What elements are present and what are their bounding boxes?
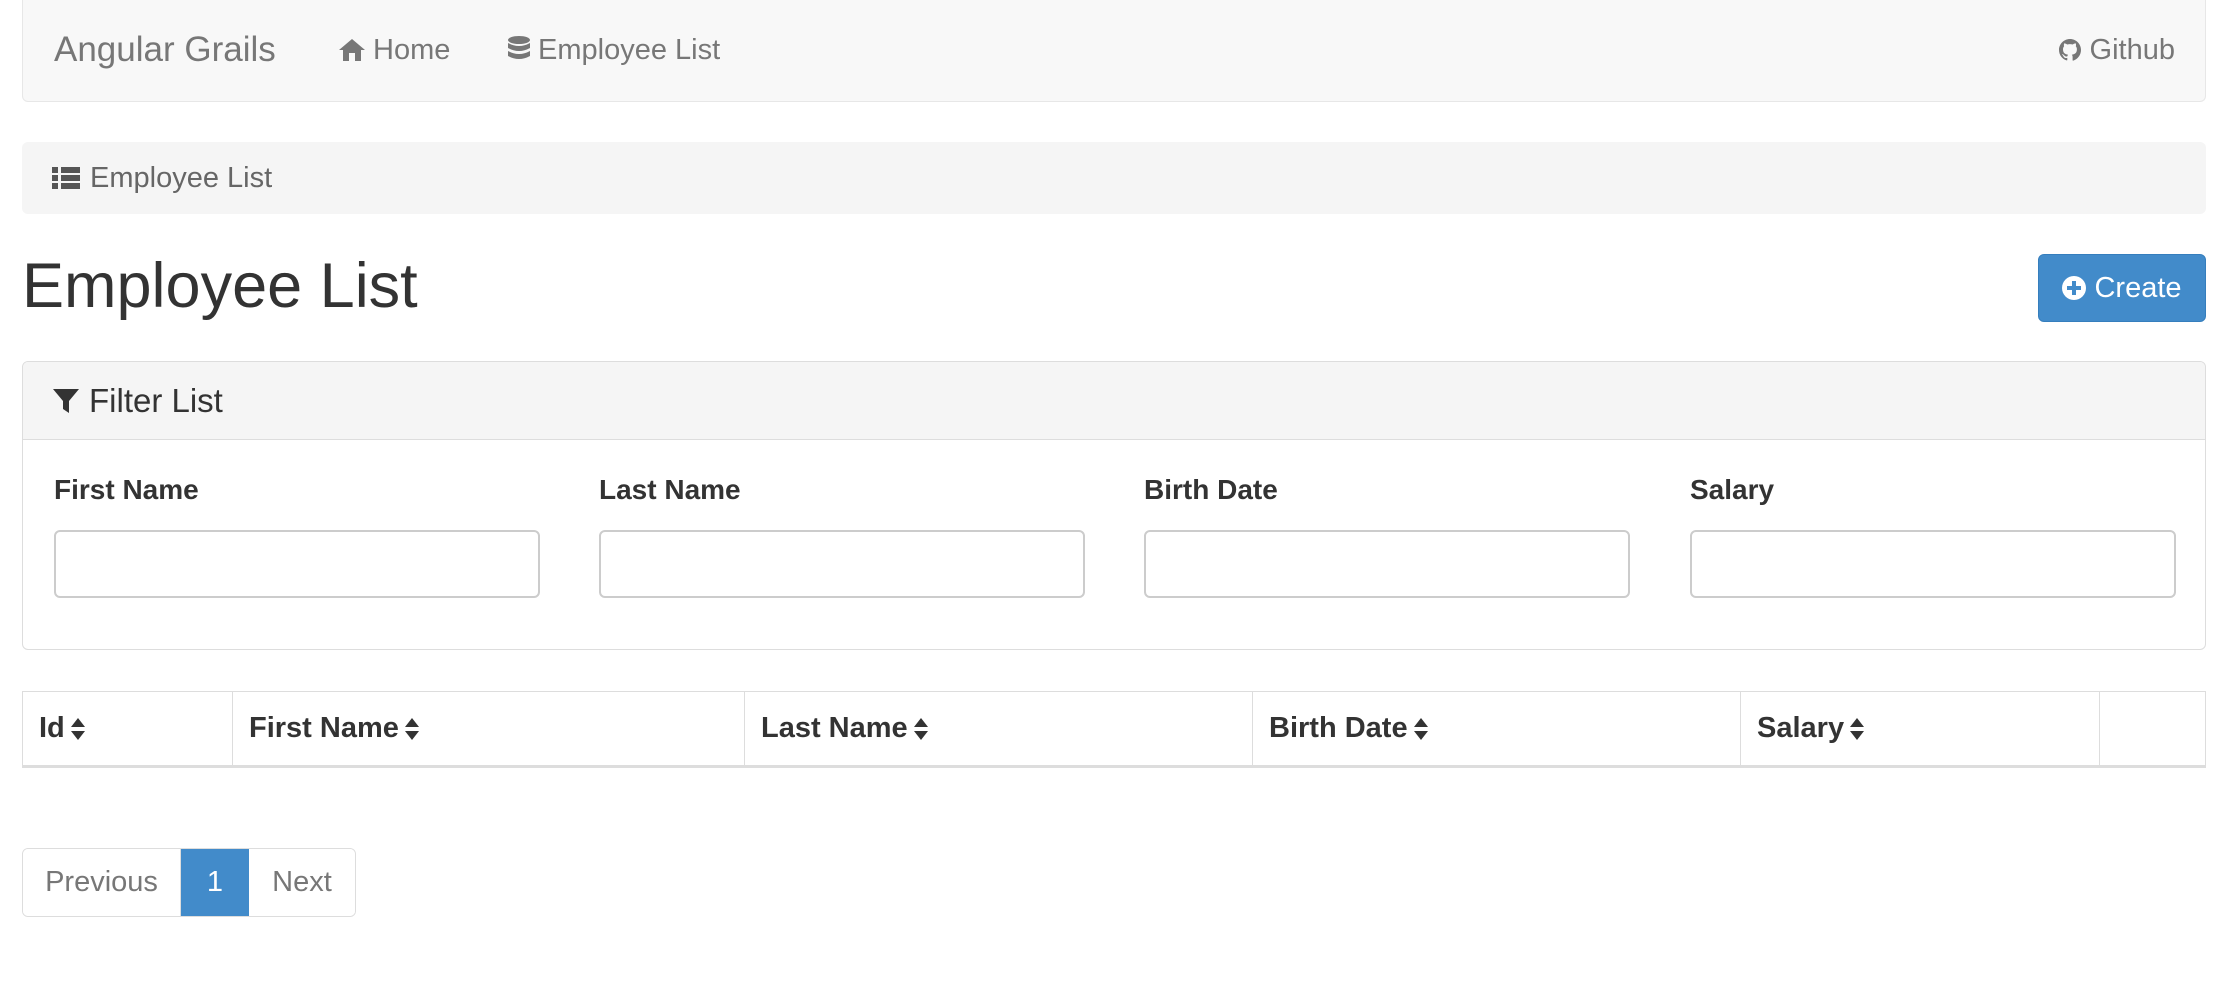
- first-name-input[interactable]: [54, 530, 540, 598]
- column-header-actions: [2100, 692, 2205, 765]
- filter-panel: Filter List First Name Last Name Birth D…: [22, 361, 2206, 650]
- brand-link[interactable]: Angular Grails: [54, 0, 276, 100]
- last-name-label: Last Name: [599, 474, 741, 505]
- birth-date-filter: Birth Date: [1144, 472, 1630, 598]
- pagination-page-1[interactable]: 1: [181, 849, 249, 916]
- create-button[interactable]: Create: [2038, 254, 2206, 322]
- nav-home-label: Home: [373, 34, 451, 66]
- last-name-filter: Last Name: [599, 472, 1085, 598]
- sort-icon: [404, 717, 419, 740]
- birth-date-input[interactable]: [1144, 530, 1630, 598]
- salary-input[interactable]: [1690, 530, 2176, 598]
- filter-panel-title: Filter List: [89, 381, 223, 419]
- salary-label: Salary: [1690, 474, 1775, 505]
- column-header-birth-date[interactable]: Birth Date: [1253, 692, 1741, 765]
- page-title: Employee List: [22, 251, 418, 321]
- github-label: Github: [2089, 34, 2175, 66]
- home-icon: [339, 39, 365, 61]
- first-name-label: First Name: [54, 474, 199, 505]
- filter-icon: [53, 388, 79, 414]
- salary-filter: Salary: [1690, 472, 2176, 598]
- pagination: Previous 1 Next: [22, 848, 356, 917]
- pagination-previous[interactable]: Previous: [23, 849, 181, 916]
- github-link[interactable]: Github: [2058, 0, 2175, 100]
- list-icon: [52, 167, 80, 189]
- filter-panel-heading: Filter List: [23, 362, 2205, 440]
- github-icon: [2058, 38, 2082, 62]
- top-navbar: Angular Grails Home Employee List Github: [22, 0, 2206, 102]
- breadcrumb: Employee List: [22, 142, 2206, 214]
- pagination-next[interactable]: Next: [249, 849, 355, 916]
- database-icon: [508, 36, 530, 64]
- nav-employee-list-label: Employee List: [538, 34, 721, 66]
- nav-home-link[interactable]: Home: [339, 0, 450, 100]
- column-header-last-name[interactable]: Last Name: [745, 692, 1253, 765]
- plus-circle-icon: [2062, 276, 2087, 300]
- column-header-label: Salary: [1757, 712, 1845, 744]
- column-header-salary[interactable]: Salary: [1741, 692, 2100, 765]
- sort-icon: [1413, 717, 1428, 740]
- sort-icon: [70, 717, 85, 740]
- column-header-label: Last Name: [761, 712, 908, 744]
- breadcrumb-label[interactable]: Employee List: [90, 162, 272, 195]
- column-header-id[interactable]: Id: [23, 692, 233, 765]
- column-header-first-name[interactable]: First Name: [233, 692, 745, 765]
- column-header-label: First Name: [249, 712, 399, 744]
- column-header-label: Id: [39, 712, 65, 744]
- first-name-filter: First Name: [54, 472, 540, 598]
- last-name-input[interactable]: [599, 530, 1085, 598]
- birth-date-label: Birth Date: [1144, 474, 1278, 505]
- nav-employee-list-link[interactable]: Employee List: [508, 0, 720, 100]
- sort-icon: [1850, 717, 1865, 740]
- column-header-label: Birth Date: [1269, 712, 1408, 744]
- create-button-label: Create: [2094, 271, 2182, 304]
- employee-table-header: Id First Name Last Name Birth Date Salar…: [22, 691, 2206, 768]
- sort-icon: [913, 717, 928, 740]
